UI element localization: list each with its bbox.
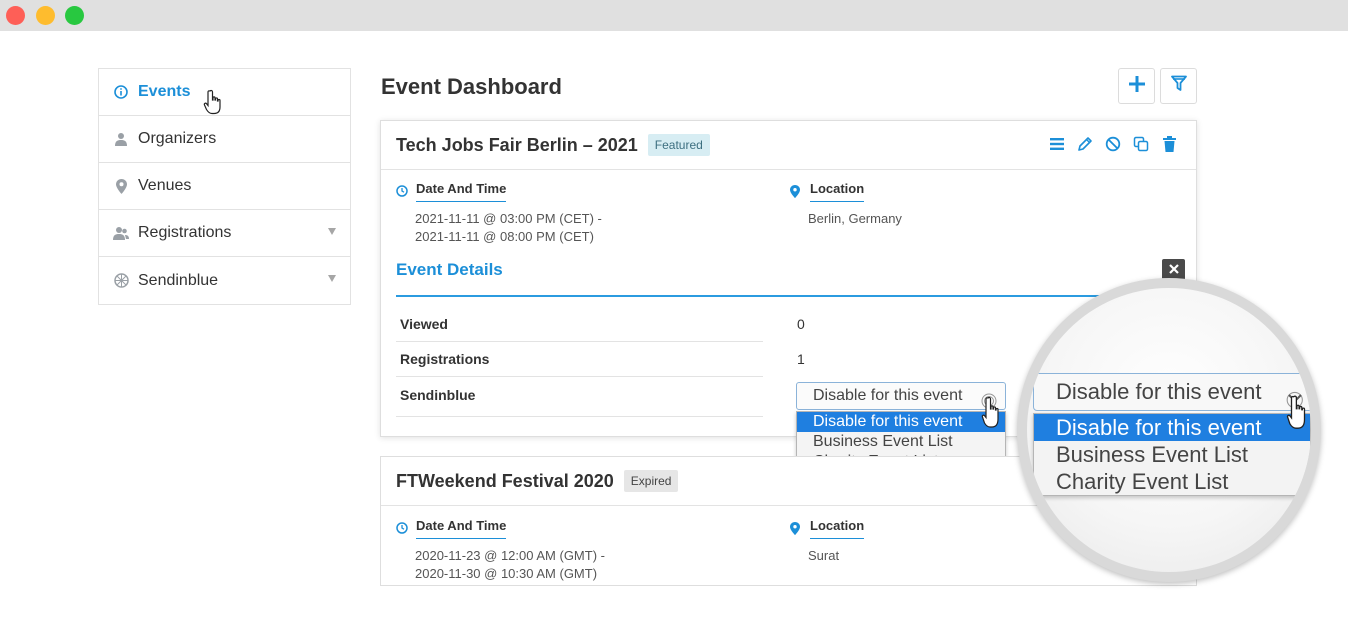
window-close-button[interactable] — [6, 6, 25, 25]
close-icon — [1168, 261, 1179, 279]
copy-icon[interactable] — [1132, 135, 1150, 153]
zoom-magnifier: Disable for this event Disable for this … — [1017, 278, 1321, 582]
list-icon[interactable] — [1048, 135, 1066, 153]
window-titlebar — [0, 0, 1348, 31]
sendinblue-select-value: Disable for this event — [813, 387, 963, 404]
filter-icon — [1170, 75, 1187, 97]
sidebar-item-label: Events — [138, 83, 191, 100]
event-location: Surat — [808, 548, 840, 563]
status-badge: Featured — [647, 134, 710, 156]
sidebar-item-label: Venues — [138, 177, 192, 194]
date-time-label: Date And Time — [416, 518, 507, 539]
sidebar-item-venues[interactable]: Venues — [99, 163, 350, 210]
date-time-block: Date And Time 2021-11-11 @ 03:00 PM (CET… — [396, 181, 602, 246]
location-label: Location — [810, 518, 865, 539]
sidebar-item-events[interactable]: Events — [99, 69, 350, 116]
map-pin-icon — [790, 522, 803, 535]
window-maximize-button[interactable] — [65, 6, 84, 25]
sidebar-item-registrations[interactable]: Registrations — [99, 210, 350, 257]
dropdown-option: Business Event List — [1056, 442, 1248, 467]
dropdown-option[interactable]: Business Event List — [797, 432, 1005, 452]
filter-button[interactable] — [1160, 68, 1197, 104]
sidebar-item-label: Organizers — [138, 130, 217, 147]
user-icon — [113, 131, 129, 147]
edit-icon[interactable] — [1076, 135, 1094, 153]
sidebar-item-label: Sendinblue — [138, 271, 219, 289]
divider — [396, 295, 1183, 297]
event-date-start: 2020-11-23 @ 12:00 AM (GMT) - — [415, 548, 605, 563]
users-icon — [113, 225, 129, 241]
divider — [396, 416, 763, 417]
location-label: Location — [810, 181, 865, 202]
event-title[interactable]: FTWeekend Festival 2020 — [396, 471, 614, 492]
event-details-heading: Event Details — [396, 260, 503, 279]
location-block: Location Surat — [790, 518, 865, 565]
clock-icon — [396, 522, 409, 535]
divider — [396, 376, 763, 377]
sendinblue-dropdown-zoomed: Disable for this event Business Event Li… — [1033, 413, 1311, 496]
viewed-value: 0 — [797, 316, 805, 332]
hand-pointer-icon — [1285, 391, 1311, 440]
date-time-label: Date And Time — [416, 181, 507, 202]
sendinblue-select-value: Disable for this event — [1056, 379, 1262, 404]
sendinblue-select-zoomed: Disable for this event — [1033, 373, 1311, 411]
page-title: Event Dashboard — [381, 74, 562, 99]
sendinblue-label: Sendinblue — [400, 387, 476, 403]
disable-icon[interactable] — [1104, 135, 1122, 153]
hand-pointer-icon — [980, 393, 1004, 438]
viewed-label: Viewed — [400, 316, 448, 332]
sidebar-item-label: Registrations — [138, 224, 232, 241]
event-title[interactable]: Tech Jobs Fair Berlin – 2021 — [396, 135, 638, 156]
caret-down-icon — [328, 275, 336, 282]
dropdown-option: Disable for this event — [1034, 414, 1310, 441]
window-minimize-button[interactable] — [36, 6, 55, 25]
location-block: Location Berlin, Germany — [790, 181, 902, 228]
event-date-start: 2021-11-11 @ 03:00 PM (CET) - — [415, 211, 602, 226]
sendinblue-icon — [113, 273, 129, 289]
info-icon — [113, 84, 129, 100]
sidebar-item-organizers[interactable]: Organizers — [99, 116, 350, 163]
map-pin-icon — [790, 185, 803, 198]
add-event-button[interactable] — [1118, 68, 1155, 104]
plus-icon — [1128, 75, 1146, 98]
event-actions — [1048, 135, 1178, 153]
dropdown-option[interactable]: Disable for this event — [797, 412, 1005, 432]
registrations-label: Registrations — [400, 351, 490, 367]
caret-down-icon — [328, 228, 336, 235]
trash-icon[interactable] — [1160, 135, 1178, 153]
divider — [396, 341, 763, 342]
sidebar-item-sendinblue[interactable]: Sendinblue — [99, 257, 350, 304]
event-date-end: 2020-11-30 @ 10:30 AM (GMT) — [415, 566, 598, 581]
clock-icon — [396, 185, 409, 198]
sendinblue-select[interactable]: Disable for this event — [796, 382, 1006, 410]
dropdown-option: Charity Event List — [1056, 469, 1229, 494]
date-time-block: Date And Time 2020-11-23 @ 12:00 AM (GMT… — [396, 518, 605, 583]
event-date-end: 2021-11-11 @ 08:00 PM (CET) — [415, 229, 594, 244]
event-location: Berlin, Germany — [808, 211, 902, 226]
map-pin-icon — [113, 178, 129, 194]
registrations-value: 1 — [797, 351, 805, 367]
sidebar-nav: Events Organizers Venues Registrations S… — [98, 68, 351, 305]
status-badge: Expired — [623, 470, 679, 492]
